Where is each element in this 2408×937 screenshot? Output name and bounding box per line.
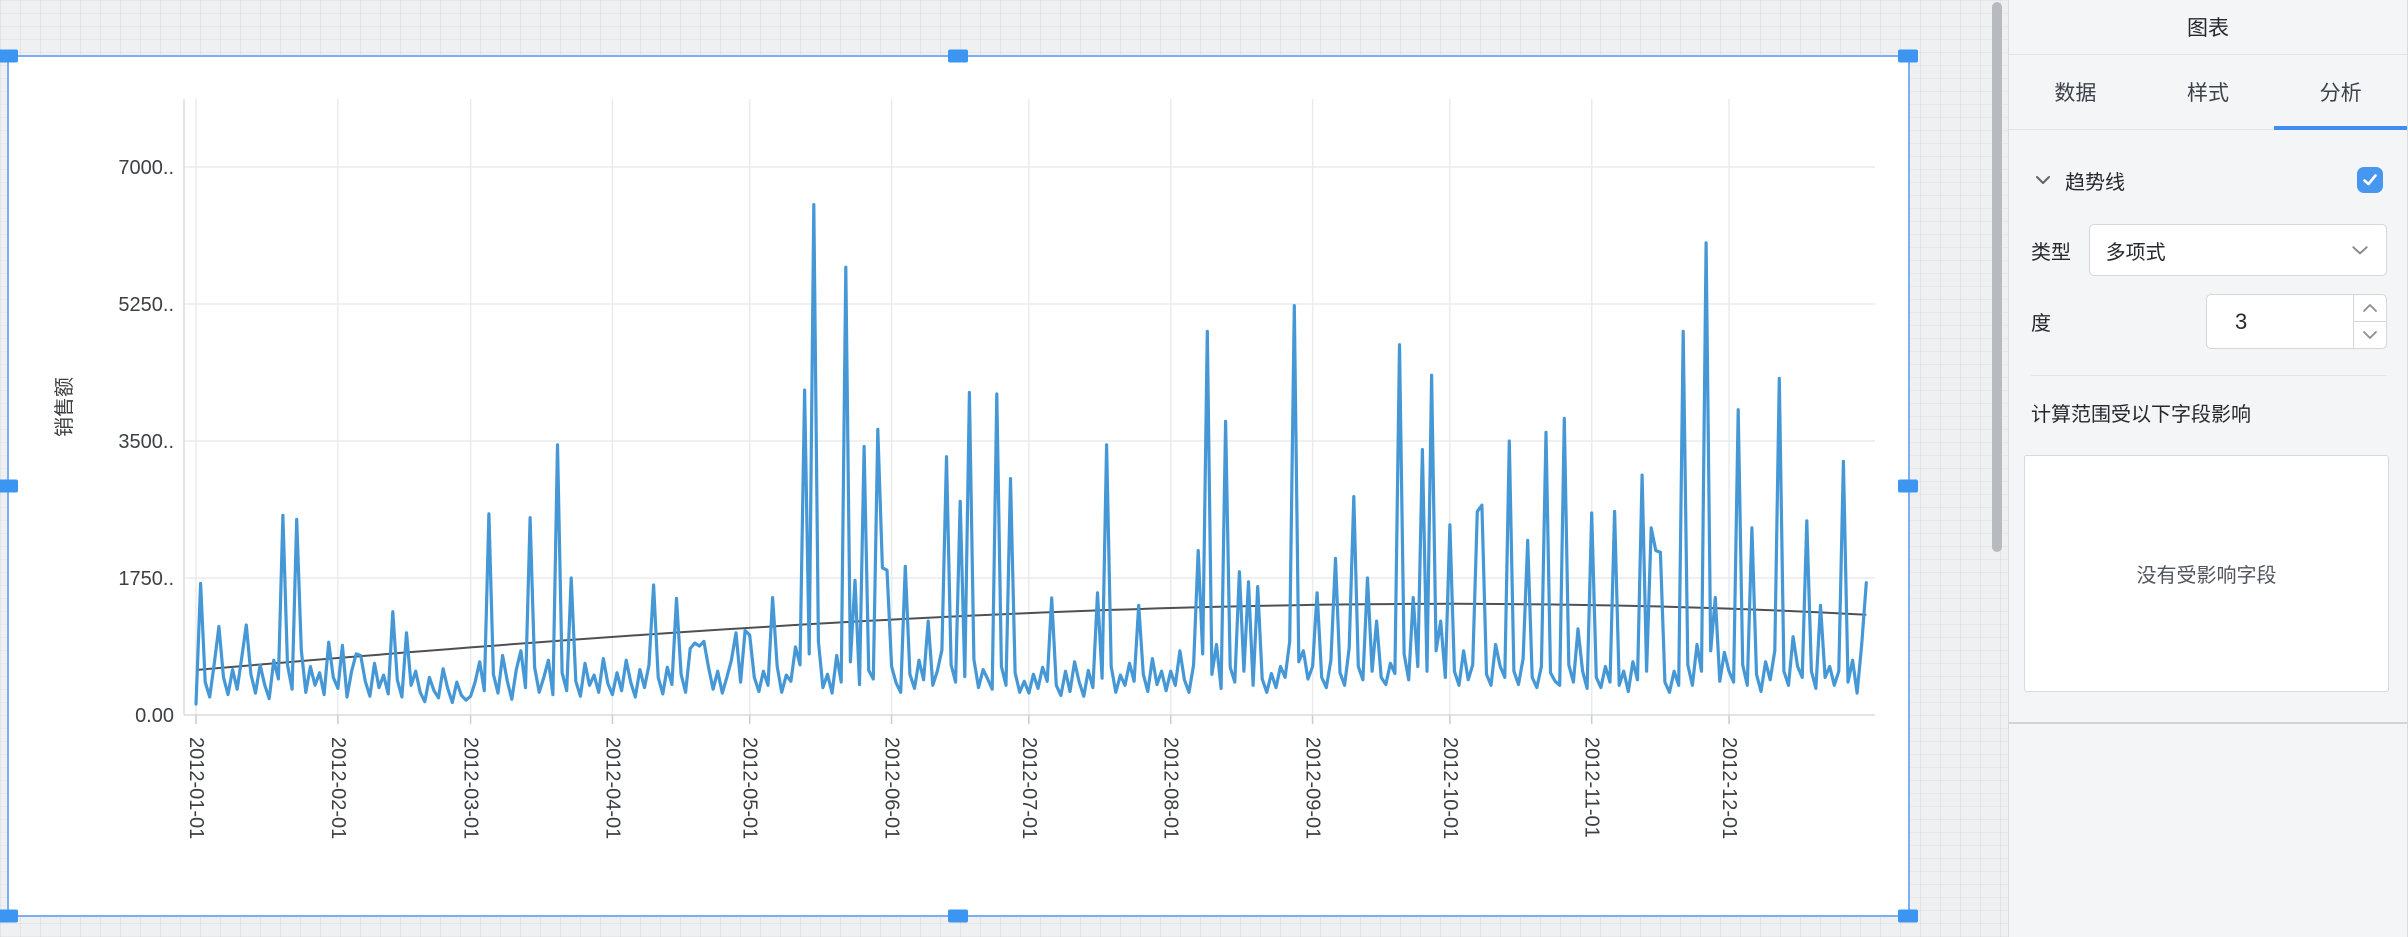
affected-fields-caption: 计算范围受以下字段影响 <box>2031 398 2387 427</box>
x-tick-label: 2012-10-01 <box>1439 737 1461 839</box>
resize-handle-top-right[interactable] <box>1898 50 1918 63</box>
x-tick-label: 2012-06-01 <box>881 737 903 839</box>
no-affected-fields-text: 没有受影响字段 <box>2137 559 2277 588</box>
resize-handle-bottom-middle[interactable] <box>948 910 968 923</box>
trendline-section-header: 趋势线 <box>2031 158 2387 202</box>
tab-analysis[interactable]: 分析 <box>2274 55 2407 129</box>
chevron-down-icon[interactable] <box>2031 168 2055 192</box>
affected-fields-box: 没有受影响字段 <box>2024 455 2389 692</box>
y-tick-label: 3500.. <box>118 431 174 453</box>
degree-input[interactable]: 3 <box>2206 294 2354 349</box>
x-tick-label: 2012-07-01 <box>1018 737 1040 839</box>
selected-type-value: 多项式 <box>2106 236 2348 265</box>
editor-canvas[interactable]: 2012-01-01 2012-02-01 2012-03-01 2012-04-01… <box>0 0 2008 937</box>
chevron-down-icon <box>2348 238 2372 262</box>
resize-handle-bottom-left[interactable] <box>0 910 18 923</box>
analysis-tab-content: 趋势线 类型 多项式 度 3 <box>2009 130 2407 692</box>
x-tick-label: 2012-05-01 <box>739 737 761 839</box>
sales-line-chart: 2012-01-01 2012-02-01 2012-03-01 2012-04-01… <box>9 57 1906 913</box>
chart-settings-panel: 图表 数据 样式 分析 趋势线 类型 多项式 度 <box>2008 0 2408 937</box>
chart-widget[interactable]: 2012-01-01 2012-02-01 2012-03-01 2012-04-01… <box>7 55 1910 917</box>
x-tick-label: 2012-04-01 <box>601 737 623 839</box>
vertical-scrollbar[interactable] <box>1992 2 2002 552</box>
trendline-type-select[interactable]: 多项式 <box>2089 224 2387 276</box>
panel-tabs: 数据 样式 分析 <box>2009 55 2407 130</box>
axis-labels: 2012-01-01 2012-02-01 2012-03-01 2012-04-01… <box>53 157 1740 839</box>
gridlines <box>184 99 1875 715</box>
y-tick-label: 7000.. <box>118 157 174 179</box>
degree-label: 度 <box>2031 307 2087 336</box>
resize-handle-top-middle[interactable] <box>948 50 968 63</box>
x-tick-label: 2012-03-01 <box>460 737 482 839</box>
series[interactable] <box>196 205 1866 704</box>
chevron-up-icon <box>2362 302 2378 314</box>
panel-title: 图表 <box>2009 0 2407 55</box>
y-axis-title: 销售额 <box>53 377 76 437</box>
resize-handle-left-middle[interactable] <box>0 480 18 493</box>
stepper-down-button[interactable] <box>2354 321 2387 349</box>
x-tick-label: 2012-01-01 <box>185 737 207 839</box>
stepper-up-button[interactable] <box>2354 294 2387 321</box>
trendline-checkbox[interactable] <box>2357 167 2383 193</box>
check-icon <box>2361 171 2379 189</box>
x-tick-label: 2012-12-01 <box>1718 737 1740 839</box>
x-tick-label: 2012-02-01 <box>327 737 349 839</box>
type-label: 类型 <box>2031 236 2089 265</box>
sales-series-line[interactable] <box>196 205 1866 704</box>
x-tick-label: 2012-08-01 <box>1160 737 1182 839</box>
chevron-down-icon <box>2362 329 2378 341</box>
x-tick-label: 2012-09-01 <box>1302 737 1324 839</box>
resize-handle-top-left[interactable] <box>0 50 18 63</box>
trendline-label: 趋势线 <box>2065 166 2125 195</box>
resize-handle-right-middle[interactable] <box>1898 480 1918 493</box>
divider <box>2009 722 2407 724</box>
degree-stepper <box>2354 294 2387 349</box>
trendline-type-row: 类型 多项式 <box>2031 224 2387 276</box>
y-tick-label: 5250.. <box>118 294 174 316</box>
tab-style[interactable]: 样式 <box>2142 55 2275 129</box>
divider <box>2031 375 2387 376</box>
y-tick-label: 1750.. <box>118 568 174 590</box>
x-tick-label: 2012-11-01 <box>1581 737 1603 838</box>
trendline-degree-row: 度 3 <box>2031 294 2387 349</box>
y-tick-label: 0.00 <box>135 705 174 727</box>
tab-data[interactable]: 数据 <box>2009 55 2142 129</box>
resize-handle-bottom-right[interactable] <box>1898 910 1918 923</box>
